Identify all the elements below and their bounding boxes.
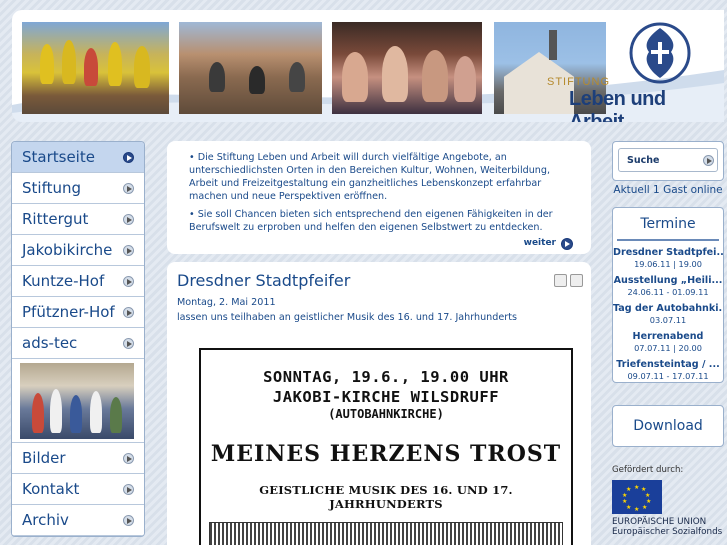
event-title[interactable]: Triefensteintag / ... [613,359,723,370]
events-heading: Termine [617,216,719,241]
eu-funded-by: Gefördert durch: [612,465,684,475]
intro-paragraph-1: • Die Stiftung Leben und Arbeit will dur… [189,152,551,202]
nav-photo [12,359,144,443]
article-actions [554,274,583,287]
nav-item-rittergut[interactable]: Rittergut [12,204,144,235]
arrow-right-icon [123,275,134,287]
arrow-right-icon [123,337,134,349]
foundation-logo-icon [629,22,691,84]
poster-line-2: JAKOBI-KIRCHE WILSDRUFF [272,388,500,406]
arrow-right-icon [123,182,134,194]
group-photo [20,363,134,439]
arrow-right-icon [123,514,134,526]
event-title[interactable]: Dresdner Stadtpfei... [613,247,723,258]
header-photo-children [22,22,169,114]
online-status: Aktuell 1 Gast online [613,184,723,196]
arrow-right-icon [123,306,134,318]
intro-box: • Die Stiftung Leben und Arbeit will dur… [167,141,591,254]
article-title[interactable]: Dresdner Stadtpfeifer [177,271,581,290]
nav-item-pfuetzner-hof[interactable]: Pfützner-Hof [12,297,144,328]
event-date: 19.06.11 | 19.00 [634,259,702,269]
header-banner: STIFTUNG Leben und Arbeit [12,10,724,122]
article-text: lassen uns teilhaben an geistlicher Musi… [177,312,517,323]
nav-item-startseite[interactable]: Startseite [12,142,144,173]
nav-item-archiv[interactable]: Archiv [12,505,144,536]
download-button[interactable]: Download [612,405,724,447]
eu-fund-text: Europäischer Sozialfonds [612,527,723,537]
nav-item-bilder[interactable]: Bilder [12,443,144,474]
eu-union-text: EUROPÄISCHE UNION [612,517,707,527]
arrow-right-icon [123,151,134,163]
events-box: Termine Dresdner Stadtpfei... 19.06.11 |… [612,207,724,383]
logo-stiftung-text: STIFTUNG [547,76,610,88]
search-submit-icon[interactable] [703,154,714,166]
poster-line-3: (AUTOBAHNKIRCHE) [328,407,444,421]
arrow-right-icon [561,237,573,250]
header-photo-workers [179,22,322,114]
arrow-right-icon [123,244,134,256]
arrow-right-icon [123,213,134,225]
eu-flag-icon: ★ ★ ★ ★ ★ ★ ★ ★ ★ ★ [612,480,662,514]
article-date: Montag, 2. Mai 2011 [177,297,276,308]
event-date: 07.07.11 | 20.00 [634,343,702,353]
event-title[interactable]: Tag der Autobahnki... [613,303,723,314]
event-title[interactable]: Herrenabend [613,331,723,342]
search-input[interactable]: Suche [618,148,718,172]
concert-poster: SONNTAG, 19.6., 19.00 UHR JAKOBI-KIRCHE … [199,348,573,545]
eu-funding: Gefördert durch: ★ ★ ★ ★ ★ ★ ★ ★ ★ ★ EUR… [612,465,727,537]
weiter-link[interactable]: weiter [524,237,573,250]
nav-item-jakobikirche[interactable]: Jakobikirche [12,235,144,266]
email-icon[interactable] [570,274,583,287]
poster-line-5: GEISTLICHE MUSIK DES 16. UND 17. JAHRHUN… [259,483,513,511]
intro-paragraph-2: • Sie soll Chancen bieten sich entsprech… [189,209,553,233]
logo-title-text: Leben und Arbeit [569,88,666,122]
poster-line-4: MEINES HERZENS TROST [210,441,562,467]
poster-line-1: SONNTAG, 19.6., 19.00 UHR [263,368,509,386]
poster-woodcut-image [209,522,563,545]
main-navigation: Startseite Stiftung Rittergut Jakobikirc… [11,141,145,537]
nav-item-kuntze-hof[interactable]: Kuntze-Hof [12,266,144,297]
event-date: 24.06.11 - 01.09.11 [627,287,709,297]
event-title[interactable]: Ausstellung „Heili... [613,275,723,286]
print-icon[interactable] [554,274,567,287]
header-photo-audience [332,22,482,114]
event-date: 03.07.11 [649,315,687,325]
arrow-right-icon [123,483,134,495]
event-date: 09.07.11 - 17.07.11 [627,371,709,381]
nav-item-kontakt[interactable]: Kontakt [12,474,144,505]
article: Dresdner Stadtpfeifer Montag, 2. Mai 201… [167,262,591,545]
nav-item-ads-tec[interactable]: ads-tec [12,328,144,359]
nav-item-stiftung[interactable]: Stiftung [12,173,144,204]
arrow-right-icon [123,452,134,464]
search-box: Suche [612,141,724,181]
